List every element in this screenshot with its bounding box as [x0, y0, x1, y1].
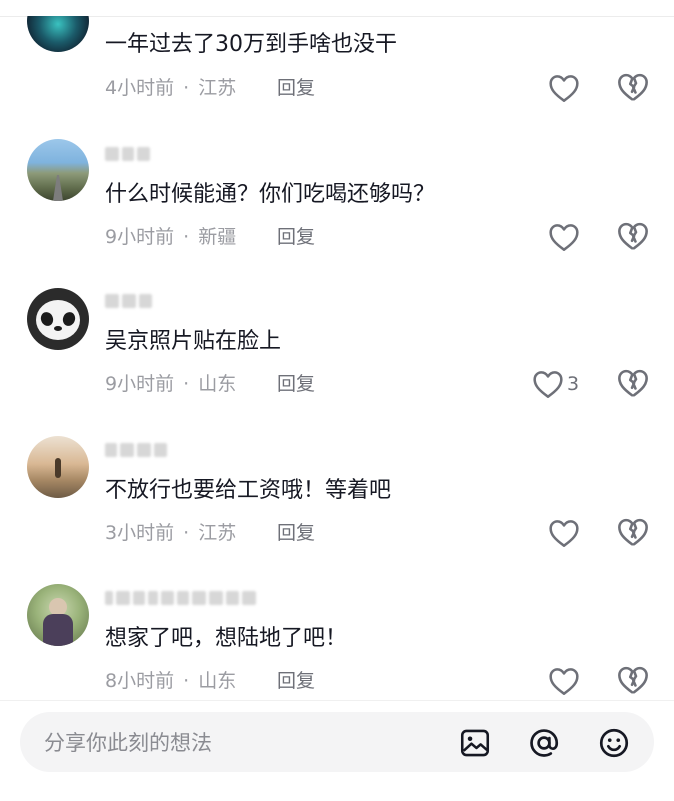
comment-meta: 9小时前 · 新疆 [105, 224, 236, 250]
comment-time: 8小时前 [105, 670, 175, 692]
dislike-button[interactable] [616, 72, 650, 104]
author-name-blurred [105, 145, 150, 163]
avatar-road [53, 175, 63, 201]
avatar[interactable] [27, 139, 89, 201]
broken-heart-icon [618, 369, 648, 397]
meta-separator: · [183, 226, 190, 248]
dislike-button[interactable] [616, 517, 650, 549]
broken-heart-icon [618, 666, 648, 694]
meta-separator: · [183, 670, 190, 692]
comment-time: 4小时前 [105, 77, 175, 99]
comment-meta: 9小时前 · 山东 [105, 371, 236, 397]
dislike-button[interactable] [616, 368, 650, 400]
comment-location: 山东 [198, 373, 237, 395]
comment-location: 新疆 [198, 226, 237, 248]
comment-text: 想家了吧，想陆地了吧！ [105, 626, 348, 651]
comment-input-bar [0, 700, 674, 801]
reply-button[interactable]: 回复 [277, 224, 315, 250]
emoji-button[interactable] [597, 726, 631, 760]
avatar[interactable] [27, 436, 89, 498]
meta-separator: · [183, 77, 190, 99]
author-name-blurred [105, 589, 256, 607]
emoji-icon [599, 728, 629, 758]
avatar[interactable] [27, 584, 89, 646]
broken-heart-icon [618, 518, 648, 546]
heart-outline-icon [549, 224, 579, 251]
broken-heart-icon [618, 222, 648, 250]
comment-text: 什么时候能通？你们吃喝还够吗？ [105, 182, 436, 207]
panda-nose [54, 326, 62, 331]
avatar-body [43, 614, 73, 646]
like-button[interactable] [548, 517, 584, 549]
comment-location: 山东 [198, 670, 237, 692]
comment-text: 不放行也要给工资哦！等着吧 [105, 478, 392, 503]
comment-meta: 3小时前 · 江苏 [105, 520, 236, 546]
avatar[interactable] [27, 288, 89, 350]
meta-separator: · [183, 522, 190, 544]
reply-button[interactable]: 回复 [277, 75, 315, 101]
top-divider [0, 16, 674, 17]
reply-button[interactable]: 回复 [277, 520, 315, 546]
like-button[interactable] [548, 72, 584, 104]
broken-heart-icon [618, 73, 648, 101]
heart-outline-icon [533, 371, 563, 398]
dislike-button[interactable] [616, 665, 650, 697]
comment-meta: 4小时前 · 江苏 [105, 75, 236, 101]
comment-location: 江苏 [198, 522, 237, 544]
image-button[interactable] [458, 726, 492, 760]
author-name-blurred [105, 441, 167, 459]
comment-text: 吴京照片贴在脸上 [105, 329, 282, 354]
reply-button[interactable]: 回复 [277, 668, 315, 694]
dislike-button[interactable] [616, 221, 650, 253]
reply-button[interactable]: 回复 [277, 371, 315, 397]
comment-input[interactable] [42, 724, 426, 762]
like-button[interactable] [548, 221, 584, 253]
comment-text: 一年过去了30万到手啥也没干 [105, 32, 397, 57]
meta-separator: · [183, 373, 190, 395]
cut-off-mask [20, 0, 124, 16]
like-button[interactable] [548, 665, 584, 697]
like-button[interactable]: 3 [532, 368, 592, 400]
author-name-blurred [105, 292, 152, 310]
at-icon [530, 729, 559, 757]
comment-time: 9小时前 [105, 373, 175, 395]
heart-outline-icon [549, 520, 579, 547]
heart-outline-icon [549, 668, 579, 695]
comment-meta: 8小时前 · 山东 [105, 668, 236, 694]
mention-button[interactable] [527, 726, 561, 760]
avatar-figure [55, 458, 61, 478]
image-icon [460, 729, 490, 757]
comment-time: 9小时前 [105, 226, 175, 248]
like-count: 3 [567, 373, 580, 395]
comment-location: 江苏 [198, 77, 237, 99]
heart-outline-icon [549, 75, 579, 102]
comment-time: 3小时前 [105, 522, 175, 544]
comment-input-container[interactable] [20, 712, 654, 772]
